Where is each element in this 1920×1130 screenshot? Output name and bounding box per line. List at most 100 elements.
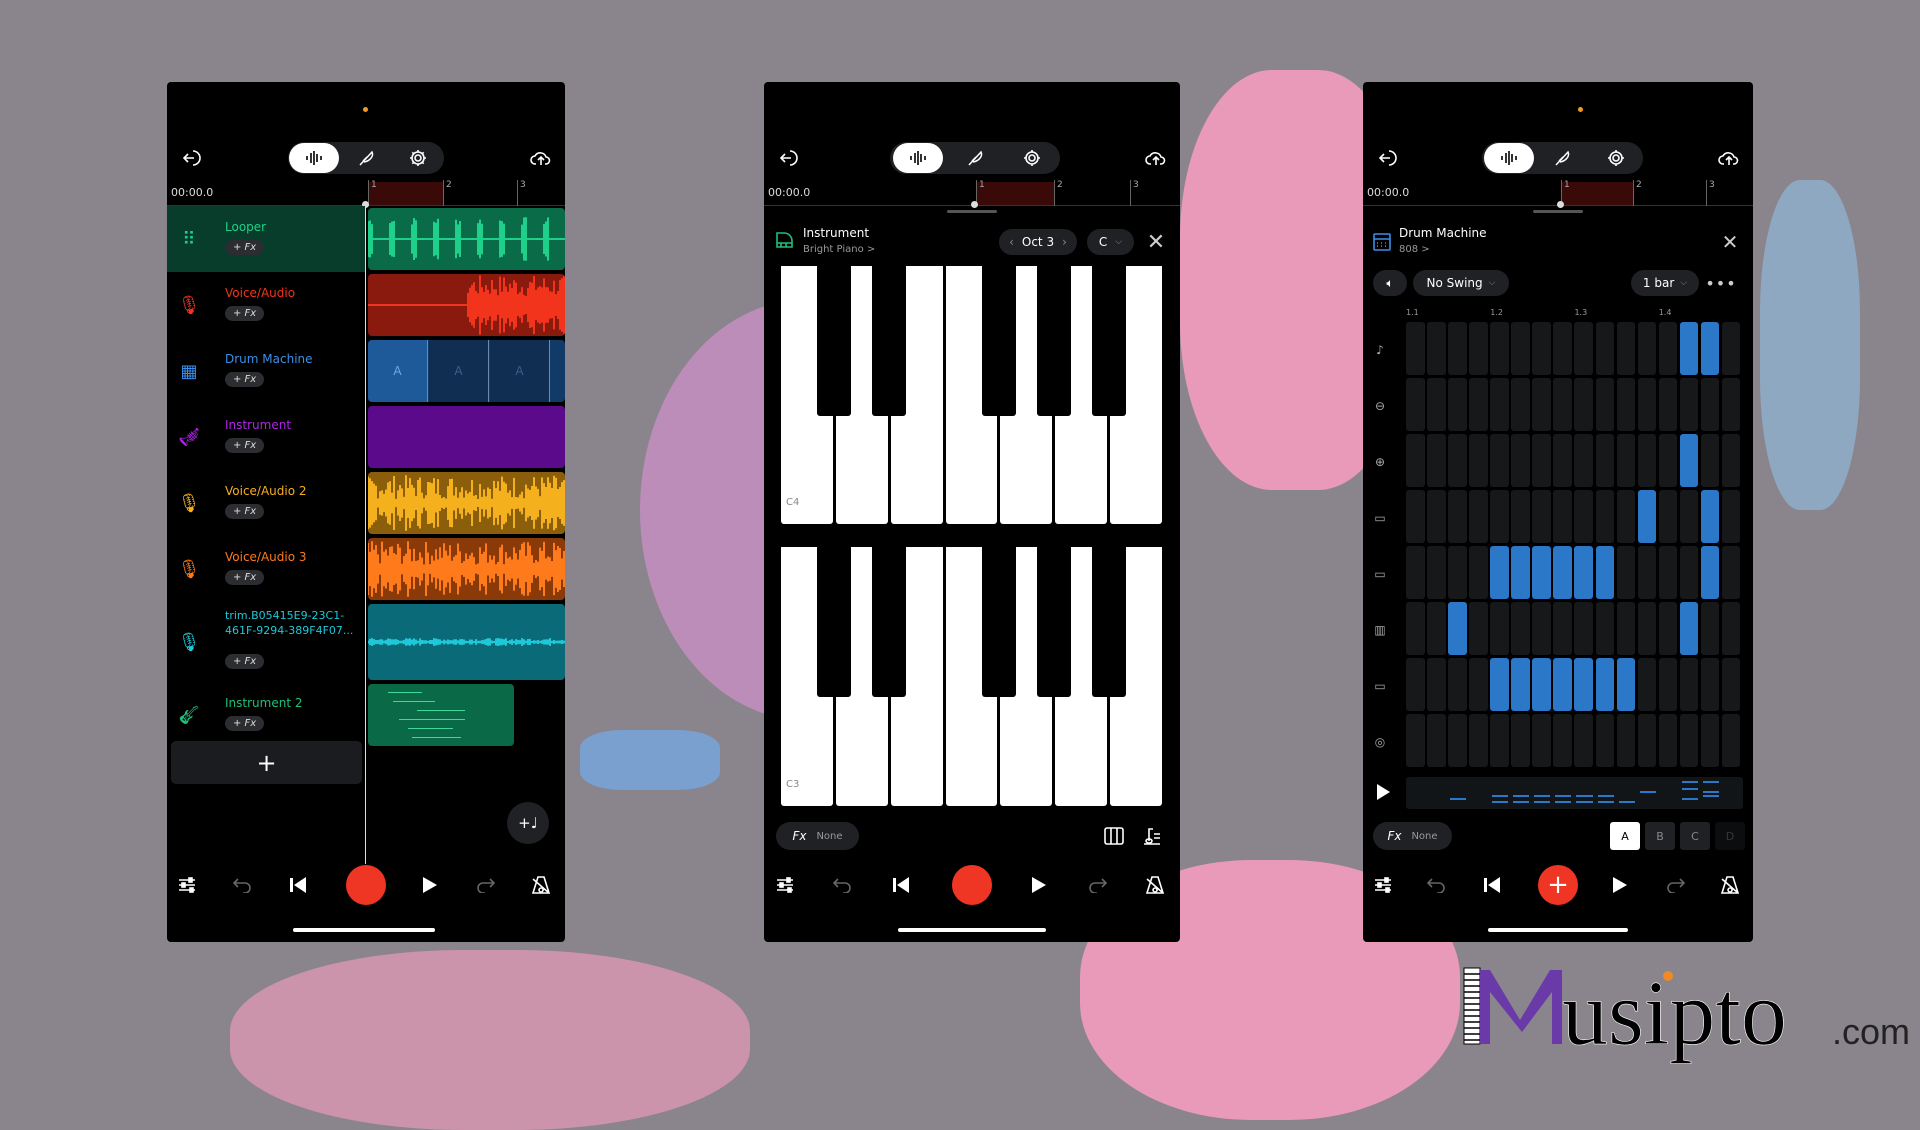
step-cell[interactable] (1679, 490, 1699, 543)
step-cell[interactable] (1448, 602, 1467, 655)
track-header[interactable]: 🎺︎ Instrument + Fx (167, 404, 365, 470)
track-clip[interactable] (368, 406, 565, 468)
undo-icon[interactable] (1420, 868, 1454, 902)
step-cell[interactable] (1721, 658, 1741, 711)
step-cell[interactable] (1406, 714, 1425, 767)
pattern-c-button[interactable]: C (1680, 822, 1710, 850)
step-cell[interactable] (1469, 490, 1488, 543)
step-cell[interactable] (1553, 322, 1572, 375)
gear-icon[interactable] (393, 143, 443, 173)
step-cell[interactable] (1532, 714, 1551, 767)
step-cell[interactable] (1637, 714, 1657, 767)
step-cell[interactable] (1469, 658, 1488, 711)
add-fx-button[interactable]: + Fx (225, 306, 265, 321)
playhead-handle[interactable] (1557, 201, 1564, 208)
step-cell[interactable] (1490, 546, 1509, 599)
track-header[interactable]: 🎙︎ Voice/Audio 3 + Fx (167, 536, 365, 602)
gear-icon[interactable] (1591, 143, 1641, 173)
step-cell[interactable] (1511, 490, 1530, 543)
redo-icon[interactable] (1658, 868, 1692, 902)
preset-link[interactable]: Bright Piano > (803, 244, 875, 255)
mixer-icon[interactable] (768, 868, 802, 902)
fx-button[interactable]: Fx None (1373, 822, 1452, 850)
track-header[interactable]: 🎙︎ Voice/Audio + Fx (167, 272, 365, 338)
step-cell[interactable] (1700, 714, 1720, 767)
step-cell[interactable] (1490, 490, 1509, 543)
step-cell[interactable] (1553, 434, 1572, 487)
step-cell[interactable] (1574, 546, 1594, 599)
step-cell[interactable] (1427, 434, 1446, 487)
back-icon[interactable] (179, 146, 203, 170)
close-icon[interactable]: ✕ (1144, 230, 1168, 255)
step-cell[interactable] (1721, 434, 1741, 487)
back-icon[interactable] (776, 146, 800, 170)
drag-handle[interactable] (1533, 210, 1583, 213)
undo-icon[interactable] (226, 868, 260, 902)
step-cell[interactable] (1700, 546, 1720, 599)
black-key[interactable] (1036, 547, 1071, 698)
step-cell[interactable] (1679, 714, 1699, 767)
playhead[interactable] (365, 204, 366, 864)
kit-link[interactable]: 808 > (1399, 244, 1430, 255)
play-pattern-icon[interactable] (1371, 780, 1395, 804)
step-cell[interactable] (1721, 378, 1741, 431)
step-cell[interactable] (1406, 546, 1425, 599)
step-cell[interactable] (1532, 602, 1551, 655)
step-cell[interactable] (1469, 546, 1488, 599)
step-cell[interactable] (1532, 658, 1551, 711)
step-cell[interactable] (1658, 546, 1678, 599)
step-cell[interactable] (1553, 714, 1572, 767)
step-cell[interactable] (1595, 602, 1615, 655)
record-button[interactable] (346, 865, 386, 905)
mixer-icon[interactable] (170, 868, 204, 902)
step-cell[interactable] (1637, 546, 1657, 599)
step-cell[interactable] (1511, 546, 1530, 599)
step-cell[interactable] (1595, 434, 1615, 487)
step-cell[interactable] (1553, 546, 1572, 599)
step-cell[interactable] (1574, 714, 1594, 767)
metronome-icon[interactable] (1138, 868, 1172, 902)
step-cell[interactable] (1448, 434, 1467, 487)
hihat-icon[interactable]: ⊕ (1369, 452, 1391, 472)
step-cell[interactable] (1637, 378, 1657, 431)
step-cell[interactable] (1574, 490, 1594, 543)
step-cell[interactable] (1700, 378, 1720, 431)
keyboard-layout-icon[interactable] (1102, 824, 1126, 848)
step-cell[interactable] (1721, 714, 1741, 767)
step-cell[interactable] (1406, 322, 1425, 375)
step-cell[interactable] (1469, 322, 1488, 375)
step-cell[interactable] (1721, 602, 1741, 655)
tom-mid-icon[interactable]: ▭ (1369, 564, 1391, 584)
step-cell[interactable] (1658, 322, 1678, 375)
add-fx-button[interactable]: + Fx (225, 570, 265, 585)
step-cell[interactable] (1427, 658, 1446, 711)
step-cell[interactable] (1574, 378, 1594, 431)
step-cell[interactable] (1448, 322, 1467, 375)
quill-icon[interactable] (950, 143, 1000, 173)
step-cell[interactable] (1616, 378, 1636, 431)
cloud-upload-icon[interactable] (1144, 146, 1168, 170)
track-clip[interactable]: AAA (368, 340, 565, 402)
redo-icon[interactable] (468, 868, 502, 902)
step-cell[interactable] (1553, 490, 1572, 543)
skip-to-start-icon[interactable] (281, 868, 315, 902)
step-cell[interactable] (1427, 546, 1446, 599)
step-cell[interactable] (1406, 434, 1425, 487)
step-cell[interactable] (1616, 714, 1636, 767)
chevron-left-icon[interactable]: ‹ (1009, 235, 1014, 249)
step-cell[interactable] (1721, 546, 1741, 599)
track-clip[interactable] (368, 538, 565, 600)
step-cell[interactable] (1595, 714, 1615, 767)
step-cell[interactable] (1427, 378, 1446, 431)
step-cell[interactable] (1532, 378, 1551, 431)
black-key[interactable] (1091, 266, 1126, 416)
step-cell[interactable] (1511, 658, 1530, 711)
waveform-icon[interactable] (1483, 143, 1534, 173)
piano-keyboard-lower[interactable]: C3 (780, 547, 1164, 806)
add-fx-button[interactable]: + Fx (225, 438, 265, 453)
track-clip[interactable] (368, 684, 514, 746)
step-cell[interactable] (1658, 714, 1678, 767)
step-cell[interactable] (1511, 378, 1530, 431)
chevron-right-icon[interactable]: › (1062, 235, 1067, 249)
piano-keyboard-upper[interactable]: C4 (780, 266, 1164, 524)
